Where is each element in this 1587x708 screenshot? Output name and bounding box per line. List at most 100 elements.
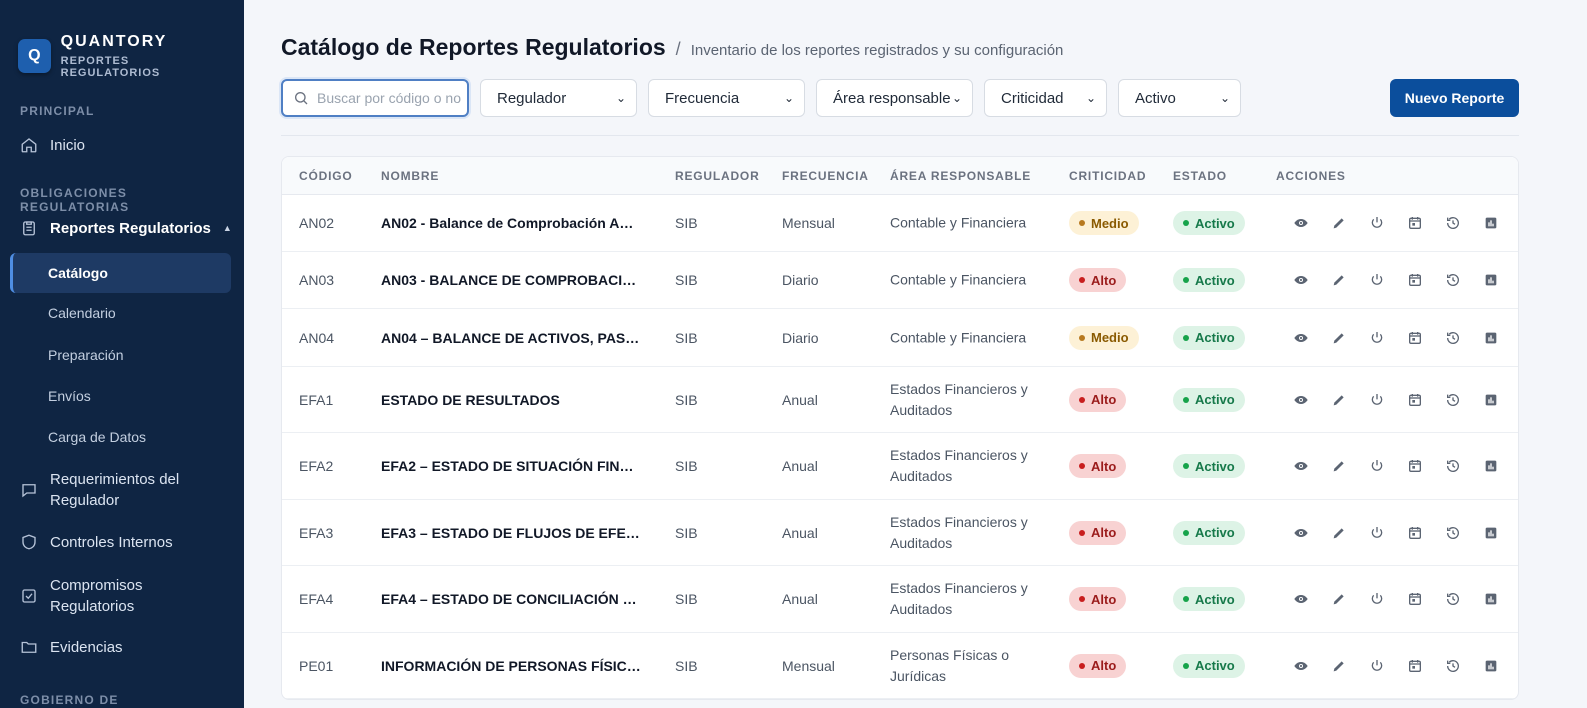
row-actions — [1282, 589, 1510, 609]
cell-name[interactable]: ESTADO DE RESULTADOS — [381, 392, 560, 408]
sidebar-item-compromisos[interactable]: Compromisos Regulatorios — [0, 575, 244, 617]
cell-name[interactable]: AN03 - BALANCE DE COMPROBACION DIARIO — [381, 272, 641, 288]
frecuencia-select[interactable]: Frecuencia ⌄ — [648, 79, 805, 117]
criticality-badge: Alto — [1069, 454, 1127, 478]
area-select[interactable]: Área responsable ⌄ — [816, 79, 973, 117]
calendar-icon[interactable] — [1396, 656, 1434, 676]
dot-icon — [1079, 220, 1085, 226]
chart-icon[interactable] — [1472, 456, 1510, 476]
edit-icon[interactable] — [1320, 456, 1358, 476]
table-row[interactable]: EFA4 EFA4 – ESTADO DE CONCILIACIÓN DE PAT… — [282, 566, 1518, 633]
sidebar-subitem-carga[interactable]: Carga de Datos — [48, 429, 146, 445]
cell-name[interactable]: AN04 – BALANCE DE ACTIVOS, PASIVOS — [381, 330, 641, 346]
search-box[interactable] — [281, 79, 469, 117]
power-icon[interactable] — [1358, 390, 1396, 410]
power-icon[interactable] — [1358, 523, 1396, 543]
cell-area: Estados Financieros y Auditados — [890, 580, 1028, 617]
search-input[interactable] — [317, 90, 461, 106]
power-icon[interactable] — [1358, 213, 1396, 233]
edit-icon[interactable] — [1320, 213, 1358, 233]
eye-icon[interactable] — [1282, 589, 1320, 609]
new-report-button[interactable]: Nuevo Reporte — [1390, 79, 1519, 117]
chart-icon[interactable] — [1472, 523, 1510, 543]
sidebar-subitem-catalogo[interactable]: Catálogo — [10, 253, 231, 293]
history-icon[interactable] — [1434, 390, 1472, 410]
badge-label: Activo — [1195, 525, 1235, 540]
chart-icon[interactable] — [1472, 270, 1510, 290]
power-icon[interactable] — [1358, 328, 1396, 348]
cell-area: Contable y Financiera — [890, 329, 1027, 345]
power-icon[interactable] — [1358, 656, 1396, 676]
table-row[interactable]: EFA3 EFA3 – ESTADO DE FLUJOS DE EFECTIVO S… — [282, 500, 1518, 566]
eye-icon[interactable] — [1282, 390, 1320, 410]
cell-code: AN04 — [299, 329, 335, 346]
table-row[interactable]: AN02 AN02 - Balance de Comprobación Analí… — [282, 195, 1518, 252]
edit-icon[interactable] — [1320, 328, 1358, 348]
cell-regulador: SIB — [675, 215, 698, 231]
sidebar-item-reportes[interactable]: Reportes Regulatorios ▲ — [0, 218, 244, 238]
row-actions — [1282, 523, 1510, 543]
history-icon[interactable] — [1434, 328, 1472, 348]
eye-icon[interactable] — [1282, 523, 1320, 543]
sidebar-item-inicio[interactable]: Inicio — [0, 135, 244, 155]
calendar-icon[interactable] — [1396, 523, 1434, 543]
sidebar-item-controles[interactable]: Controles Internos — [0, 532, 244, 552]
cell-name[interactable]: EFA4 – ESTADO DE CONCILIACIÓN DE PATRIMO… — [381, 591, 641, 607]
sidebar-subitem-calendario[interactable]: Calendario — [48, 305, 116, 321]
criticality-badge: Medio — [1069, 211, 1139, 235]
calendar-icon[interactable] — [1396, 270, 1434, 290]
table-row[interactable]: AN03 AN03 - BALANCE DE COMPROBACION DIARI… — [282, 252, 1518, 309]
edit-icon[interactable] — [1320, 523, 1358, 543]
history-icon[interactable] — [1434, 456, 1472, 476]
edit-icon[interactable] — [1320, 656, 1358, 676]
sidebar-item-evidencias[interactable]: Evidencias — [0, 637, 244, 657]
calendar-icon[interactable] — [1396, 390, 1434, 410]
table-row[interactable]: EFA2 EFA2 – ESTADO DE SITUACIÓN FINANCIER… — [282, 433, 1518, 500]
cell-regulador: SIB — [675, 591, 698, 607]
chart-icon[interactable] — [1472, 328, 1510, 348]
edit-icon[interactable] — [1320, 390, 1358, 410]
power-icon[interactable] — [1358, 270, 1396, 290]
calendar-icon[interactable] — [1396, 589, 1434, 609]
section-principal: PRINCIPAL — [20, 104, 95, 118]
calendar-icon[interactable] — [1396, 328, 1434, 348]
brand[interactable]: Q QUANTORY REPORTES REGULATORIOS — [0, 0, 244, 88]
chevron-down-icon: ⌄ — [1219, 91, 1230, 105]
table-row[interactable]: EFA1 ESTADO DE RESULTADOS SIB Anual Estados … — [282, 367, 1518, 433]
eye-icon[interactable] — [1282, 456, 1320, 476]
table-row[interactable]: PE01 INFORMACIÓN DE PERSONAS FÍSICAS O JU… — [282, 633, 1518, 699]
cell-frecuencia: Diario — [782, 272, 819, 288]
history-icon[interactable] — [1434, 213, 1472, 233]
eye-icon[interactable] — [1282, 656, 1320, 676]
cell-name[interactable]: INFORMACIÓN DE PERSONAS FÍSICAS O JURÍDI… — [381, 658, 641, 674]
power-icon[interactable] — [1358, 456, 1396, 476]
history-icon[interactable] — [1434, 656, 1472, 676]
history-icon[interactable] — [1434, 523, 1472, 543]
chart-icon[interactable] — [1472, 213, 1510, 233]
criticidad-select[interactable]: Criticidad ⌄ — [984, 79, 1107, 117]
table-row[interactable]: AN04 AN04 – BALANCE DE ACTIVOS, PASIVOS SI… — [282, 309, 1518, 367]
cell-code: EFA3 — [299, 524, 334, 541]
eye-icon[interactable] — [1282, 213, 1320, 233]
cell-name[interactable]: EFA3 – ESTADO DE FLUJOS DE EFECTIVO — [381, 525, 641, 541]
history-icon[interactable] — [1434, 270, 1472, 290]
eye-icon[interactable] — [1282, 328, 1320, 348]
cell-name[interactable]: AN02 - Balance de Comprobación Analítico — [381, 215, 641, 231]
calendar-icon[interactable] — [1396, 213, 1434, 233]
chart-icon[interactable] — [1472, 656, 1510, 676]
sidebar-subitem-preparacion[interactable]: Preparación — [48, 347, 124, 363]
calendar-icon[interactable] — [1396, 456, 1434, 476]
regulador-select[interactable]: Regulador ⌄ — [480, 79, 637, 117]
chart-icon[interactable] — [1472, 390, 1510, 410]
eye-icon[interactable] — [1282, 270, 1320, 290]
power-icon[interactable] — [1358, 589, 1396, 609]
estado-select[interactable]: Activo ⌄ — [1118, 79, 1241, 117]
chart-icon[interactable] — [1472, 589, 1510, 609]
sidebar-item-requerimientos[interactable]: Requerimientos del Regulador — [0, 469, 244, 511]
history-icon[interactable] — [1434, 589, 1472, 609]
cell-name[interactable]: EFA2 – ESTADO DE SITUACIÓN FINANCIERA — [381, 458, 641, 474]
sidebar-subitem-envios[interactable]: Envíos — [48, 388, 91, 404]
edit-icon[interactable] — [1320, 270, 1358, 290]
page-header: Catálogo de Reportes Regulatorios / Inve… — [281, 34, 1063, 61]
edit-icon[interactable] — [1320, 589, 1358, 609]
